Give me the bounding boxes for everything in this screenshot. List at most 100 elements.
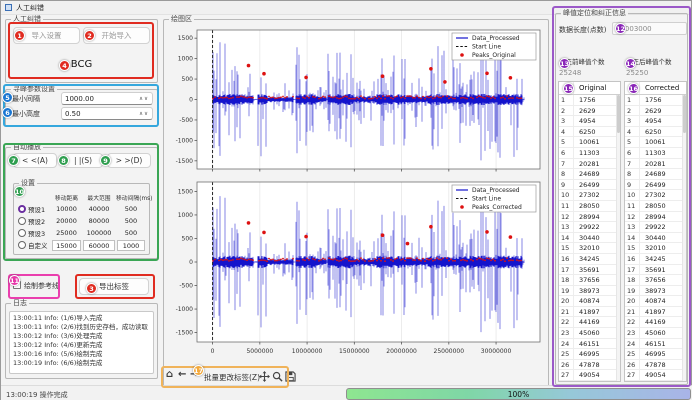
peak-index: 12 (559, 212, 574, 222)
peak-row[interactable]: 2647878 (559, 360, 620, 371)
peak-row[interactable]: 926499 (625, 180, 686, 191)
peak-row[interactable]: 824689 (559, 169, 620, 180)
peak-row[interactable]: 1532010 (625, 243, 686, 254)
peak-row[interactable]: 1430440 (625, 233, 686, 244)
radio-icon[interactable] (18, 241, 26, 249)
peak-row[interactable]: 2749054 (559, 370, 620, 381)
back-icon[interactable]: ← (178, 369, 186, 381)
peak-row[interactable]: 2040874 (625, 296, 686, 307)
peak-index: 24 (559, 339, 574, 349)
svg-text:Data_Processed: Data_Processed (472, 35, 520, 42)
original-peaks-table[interactable]: Original11756226293495446250510061611303… (558, 81, 621, 382)
preset-value[interactable]: 15000 (52, 240, 81, 251)
home-icon[interactable]: ⌂ (166, 369, 173, 381)
peak-row[interactable]: 510061 (559, 137, 620, 148)
peak-row[interactable]: 1128050 (625, 201, 686, 212)
min-interval-input[interactable]: 1000.00 ∧∨ (61, 92, 153, 105)
preset-value: 25000 (51, 229, 82, 237)
peak-row[interactable]: 2244169 (559, 317, 620, 328)
peak-row[interactable]: 46250 (559, 127, 620, 138)
batch-edit-labels-button[interactable]: 批量更改标签(Z) (204, 372, 260, 383)
preset-radio-row[interactable]: 自定义 (17, 240, 51, 250)
spinner-arrows-icon[interactable]: ∧∨ (139, 96, 149, 102)
corrected-peaks-table[interactable]: Corrected1175622629349544625051006161130… (624, 81, 687, 382)
peak-row[interactable]: 22629 (559, 106, 620, 117)
peak-index: 5 (559, 137, 574, 147)
peak-row[interactable]: 1329922 (625, 222, 686, 233)
peak-index: 9 (625, 180, 640, 190)
peak-value: 47878 (574, 360, 620, 370)
preset-radio-row[interactable]: 预设1 (17, 204, 51, 214)
peak-row[interactable]: 611303 (625, 148, 686, 159)
peak-row[interactable]: 2647878 (625, 360, 686, 371)
peak-row[interactable]: 2345060 (625, 328, 686, 339)
table-scrollbar[interactable] (616, 95, 620, 381)
peak-row[interactable]: 1634245 (559, 254, 620, 265)
peak-row[interactable]: 2546995 (559, 349, 620, 360)
save-floppy-icon[interactable] (285, 371, 296, 382)
radio-icon[interactable] (18, 217, 26, 225)
peak-row[interactable]: 824689 (625, 169, 686, 180)
peak-row[interactable]: 2141897 (559, 307, 620, 318)
peak-row[interactable]: 1329922 (559, 222, 620, 233)
peak-row[interactable]: 1735691 (625, 265, 686, 276)
peak-value: 49054 (574, 370, 620, 380)
radio-icon[interactable] (18, 205, 26, 213)
table-scrollbar[interactable] (682, 95, 686, 381)
peak-row[interactable]: 1938973 (625, 286, 686, 297)
peak-row[interactable]: 1128050 (559, 201, 620, 212)
play-next-button[interactable]: > >(D) (107, 153, 151, 168)
peak-row[interactable]: 2244169 (625, 317, 686, 328)
peak-index: 11 (625, 201, 640, 211)
peak-row[interactable]: 22629 (625, 106, 686, 117)
peak-row[interactable]: 1027302 (625, 190, 686, 201)
peak-row[interactable]: 11756 (625, 95, 686, 106)
preset-value[interactable]: 60000 (83, 240, 115, 251)
peak-row[interactable]: 2345060 (559, 328, 620, 339)
peak-row[interactable]: 720281 (625, 159, 686, 170)
preset-radio-row[interactable]: 预设2 (17, 216, 51, 226)
peak-row[interactable]: 2141897 (625, 307, 686, 318)
peak-row[interactable]: 2749054 (625, 370, 686, 381)
peak-row[interactable]: 1532010 (559, 243, 620, 254)
peak-row[interactable]: 2446151 (559, 339, 620, 350)
peak-row[interactable]: 1430440 (559, 233, 620, 244)
annotation-badge-17: 17 (193, 365, 204, 376)
peak-row[interactable]: 926499 (559, 180, 620, 191)
peak-row[interactable]: 11756 (559, 95, 620, 106)
zoom-magnifier-icon[interactable] (272, 371, 283, 382)
annotation-badge-3: 3 (86, 283, 97, 294)
peak-row[interactable]: 2546995 (625, 349, 686, 360)
peak-row[interactable]: 611303 (559, 148, 620, 159)
preset-radio-row[interactable]: 预设3 (17, 228, 51, 238)
peak-row[interactable]: 1938973 (559, 286, 620, 297)
peak-index: 15 (559, 243, 574, 253)
peak-row[interactable]: 1837656 (625, 275, 686, 286)
play-pause-button[interactable]: | |(S) (63, 153, 103, 168)
spinner-arrows-icon[interactable]: ∧∨ (139, 111, 149, 117)
peak-row[interactable]: 34954 (559, 116, 620, 127)
log-output[interactable]: 13:00:11 Info: (1/6)导入完成13:00:11 Info: (… (9, 311, 154, 374)
chart-peaks-corrected[interactable]: 150010005000-500-1000-150005000000100000… (171, 177, 545, 363)
peak-row[interactable]: 2040874 (559, 296, 620, 307)
peak-row[interactable]: 720281 (559, 159, 620, 170)
peak-row[interactable]: 1027302 (559, 190, 620, 201)
move-pan-icon[interactable] (259, 371, 270, 382)
peak-row[interactable]: 1735691 (559, 265, 620, 276)
svg-text:-1000: -1000 (176, 137, 194, 144)
preset-value[interactable]: 1000 (117, 240, 145, 251)
min-height-input[interactable]: 0.50 ∧∨ (61, 107, 153, 120)
peak-row[interactable]: 510061 (625, 137, 686, 148)
peak-row[interactable]: 34954 (625, 116, 686, 127)
chart-peaks-original[interactable]: 150010005000-500-1000-1500Data_Processed… (171, 25, 545, 175)
peak-row[interactable]: 1228994 (625, 212, 686, 223)
peak-row[interactable]: 2446151 (625, 339, 686, 350)
peak-row[interactable]: 46250 (625, 127, 686, 138)
peak-row[interactable]: 1837656 (559, 275, 620, 286)
peak-row[interactable]: 1228994 (559, 212, 620, 223)
peak-value: 10061 (640, 137, 686, 147)
play-prev-button[interactable]: < <(A) (13, 153, 57, 168)
svg-text:-1500: -1500 (176, 330, 194, 337)
radio-icon[interactable] (18, 229, 26, 237)
peak-row[interactable]: 1634245 (625, 254, 686, 265)
